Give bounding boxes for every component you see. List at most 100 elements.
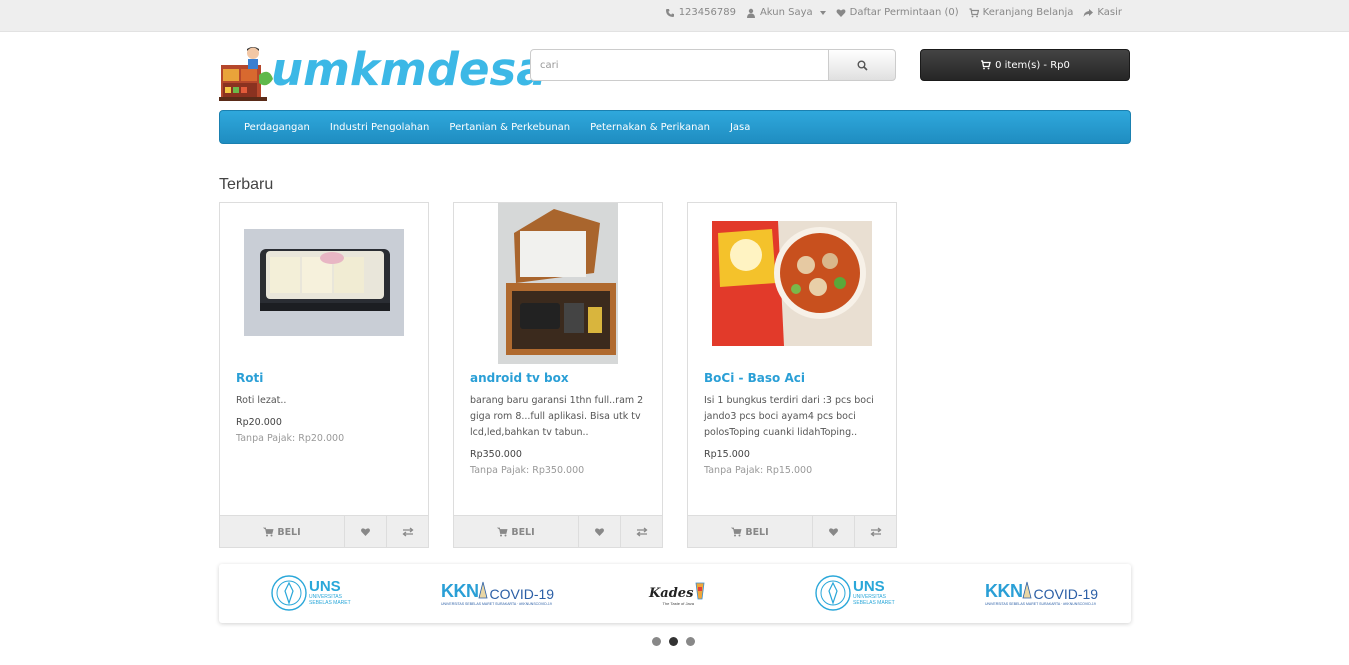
product-card: Roti Roti lezat.. Rp20.000 Tanpa Pajak: … <box>219 202 429 548</box>
product-price: Rp350.000 <box>470 449 522 460</box>
carousel-dot[interactable] <box>686 637 695 646</box>
uns-emblem-icon <box>271 575 307 611</box>
search-bar <box>530 49 896 81</box>
product-price: Rp15.000 <box>704 449 750 460</box>
exchange-icon <box>635 527 648 537</box>
covid-logo-text: COVID-19 <box>1033 586 1099 602</box>
cart-summary-label: 0 item(s) - Rp0 <box>995 59 1070 71</box>
share-arrow-icon <box>1083 8 1094 17</box>
uns-logo-sub2: SEBELAS MARET <box>309 600 351 606</box>
kkn-mascot-icon <box>477 581 488 599</box>
uns-logo[interactable]: UNS UNIVERSITAS SEBELAS MARET <box>815 572 895 614</box>
product-card: BoCi - Baso Aci Isi 1 bungkus terdiri da… <box>687 202 897 548</box>
add-to-wishlist-button[interactable] <box>345 516 387 548</box>
menu-item-peternakan-perikanan[interactable]: Peternakan & Perikanan <box>580 122 720 133</box>
shop-stall-logo-icon <box>219 47 273 101</box>
kkn-covid-logo[interactable]: KKN COVID-19 UNIVERSITAS SEBELAS MARET S… <box>985 572 1098 614</box>
product-image[interactable] <box>688 203 896 366</box>
kades-logo-sub: The Taste of Java <box>662 600 694 606</box>
kkn-logo-text: KKN <box>441 581 479 601</box>
product-name[interactable]: Roti <box>236 371 263 385</box>
compare-button[interactable] <box>387 516 428 548</box>
cart-summary-button[interactable]: 0 item(s) - Rp0 <box>920 49 1130 81</box>
partner-logo-carousel: UNS UNIVERSITAS SEBELAS MARET KKN COVID-… <box>219 564 1131 623</box>
kkn-logo-sub: UNIVERSITAS SEBELAS MARET SURAKARTA · #K… <box>441 602 552 606</box>
covid-logo-text: COVID-19 <box>489 586 555 602</box>
account-dropdown[interactable]: Akun Saya <box>746 7 826 18</box>
cart-label: Keranjang Belanja <box>982 7 1074 18</box>
uns-logo-name: UNS <box>853 578 885 595</box>
section-title: Terbaru <box>219 176 274 193</box>
buy-button[interactable]: BELI <box>220 516 345 548</box>
product-name[interactable]: android tv box <box>470 371 569 385</box>
product-actions: BELI <box>454 515 662 548</box>
carousel-dot[interactable] <box>652 637 661 646</box>
carousel-dot-active[interactable] <box>669 637 678 646</box>
search-icon <box>857 60 868 71</box>
kades-tea-cup-icon <box>695 582 705 599</box>
compare-button[interactable] <box>855 516 896 548</box>
menu-item-pertanian-perkebunan[interactable]: Pertanian & Perkebunan <box>439 122 580 133</box>
menu-item-perdagangan[interactable]: Perdagangan <box>234 122 320 133</box>
heart-icon <box>829 528 838 536</box>
cart-link[interactable]: Keranjang Belanja <box>969 7 1074 18</box>
search-input[interactable] <box>530 49 829 81</box>
exchange-icon <box>401 527 414 537</box>
uns-logo[interactable]: UNS UNIVERSITAS SEBELAS MARET <box>271 572 351 614</box>
product-description: Roti lezat.. <box>236 395 287 406</box>
heart-icon <box>836 8 846 17</box>
menu-item-industri-pengolahan[interactable]: Industri Pengolahan <box>320 122 440 133</box>
uns-logo-sub2: SEBELAS MARET <box>853 600 895 606</box>
buy-button[interactable]: BELI <box>454 516 579 548</box>
search-button[interactable] <box>828 49 896 81</box>
buy-button[interactable]: BELI <box>688 516 813 548</box>
shopping-cart-icon <box>731 527 742 537</box>
logo-wordmark: umkmdesa <box>271 43 547 96</box>
buy-label: BELI <box>277 526 301 538</box>
heart-icon <box>595 528 604 536</box>
product-description: Isi 1 bungkus terdiri dari :3 pcs boci j… <box>704 395 874 438</box>
compare-button[interactable] <box>621 516 662 548</box>
kkn-logo-sub: UNIVERSITAS SEBELAS MARET SURAKARTA · #K… <box>985 602 1096 606</box>
shopping-cart-icon <box>263 527 274 537</box>
product-tax-price: Tanpa Pajak: Rp20.000 <box>236 433 345 444</box>
add-to-wishlist-button[interactable] <box>579 516 621 548</box>
buy-label: BELI <box>511 526 535 538</box>
top-bar: 123456789 Akun Saya Daftar Permintaan (0… <box>0 0 1349 32</box>
kkn-logo-text: KKN <box>985 581 1023 601</box>
menu-item-jasa[interactable]: Jasa <box>720 122 760 133</box>
shopping-cart-icon <box>981 60 991 70</box>
add-to-wishlist-button[interactable] <box>813 516 855 548</box>
uns-emblem-icon <box>815 575 851 611</box>
carousel-pagination <box>652 637 695 646</box>
chevron-down-icon <box>819 10 826 15</box>
kkn-covid-logo[interactable]: KKN COVID-19 UNIVERSITAS SEBELAS MARET S… <box>441 572 554 614</box>
site-logo[interactable]: umkmdesa <box>219 43 547 103</box>
product-tax-price: Tanpa Pajak: Rp350.000 <box>470 465 585 476</box>
kades-logo[interactable]: Kades The Taste of Java <box>649 572 707 614</box>
exchange-icon <box>869 527 882 537</box>
product-description: barang baru garansi 1thn full..ram 2 gig… <box>470 395 644 438</box>
shopping-cart-icon <box>497 527 508 537</box>
product-card: android tv box barang baru garansi 1thn … <box>453 202 663 548</box>
wishlist-link[interactable]: Daftar Permintaan (0) <box>836 7 959 18</box>
product-tax-price: Tanpa Pajak: Rp15.000 <box>704 465 813 476</box>
checkout-link[interactable]: Kasir <box>1083 7 1122 18</box>
product-actions: BELI <box>220 515 428 548</box>
phone-text: 123456789 <box>678 7 736 18</box>
checkout-label: Kasir <box>1097 7 1122 18</box>
product-price: Rp20.000 <box>236 417 282 428</box>
product-image[interactable] <box>220 203 428 366</box>
product-image[interactable] <box>454 203 662 366</box>
user-icon <box>746 8 755 18</box>
uns-logo-name: UNS <box>309 578 341 595</box>
heart-icon <box>361 528 370 536</box>
kkn-mascot-icon <box>1021 581 1032 599</box>
phone-link[interactable]: 123456789 <box>665 7 736 18</box>
wishlist-label: Daftar Permintaan (0) <box>849 7 959 18</box>
category-menu: Perdagangan Industri Pengolahan Pertania… <box>219 110 1131 144</box>
account-label: Akun Saya <box>759 7 813 18</box>
product-name[interactable]: BoCi - Baso Aci <box>704 371 805 385</box>
top-links: 123456789 Akun Saya Daftar Permintaan (0… <box>665 7 1122 18</box>
product-actions: BELI <box>688 515 896 548</box>
